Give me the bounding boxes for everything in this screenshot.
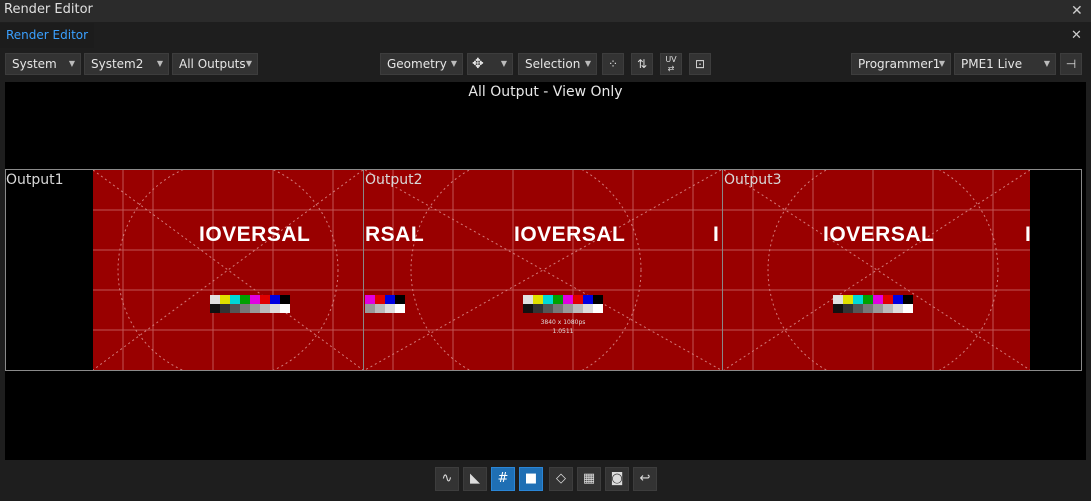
color-bars xyxy=(365,295,405,304)
live-dropdown[interactable]: PME1 Live ▼ xyxy=(954,53,1056,75)
screenshot-icon: ◙ xyxy=(610,471,624,486)
frame-icon: ⊡ xyxy=(694,57,706,71)
pin-icon: ⊣ xyxy=(1065,57,1077,71)
bottom-toolbar: ∿ ◣ # ■ ◇ ▦ ◙ ↩ xyxy=(0,462,1091,496)
output3-label: Output3 xyxy=(724,172,782,188)
render-preview: IOVERSAL RSAL IOVERSAL I IOVERSAL I 3840… xyxy=(93,170,1030,370)
camera-icon: ■ xyxy=(524,471,538,486)
move-arrows-icon: ✥ xyxy=(472,56,484,72)
programmer-dropdown-label: Programmer1 xyxy=(858,57,941,71)
pin-button[interactable]: ⊣ xyxy=(1060,53,1082,75)
grid-button[interactable]: # xyxy=(491,467,515,491)
flip-tool-button[interactable]: ⇅ xyxy=(631,53,653,75)
triangle-button[interactable]: ◣ xyxy=(463,467,487,491)
color-bars xyxy=(833,295,913,304)
viewport-title: All Output - View Only xyxy=(468,84,623,100)
ioversal-logo-fragment: RSAL xyxy=(365,223,425,246)
ioversal-logo: IOVERSAL xyxy=(514,223,626,246)
system-dropdown-label: System xyxy=(12,57,57,71)
live-dropdown-label: PME1 Live xyxy=(961,57,1023,71)
ioversal-logo-fragment: I xyxy=(713,223,720,246)
ioversal-logo: IOVERSAL xyxy=(823,223,935,246)
outputs-dropdown-label: All Outputs xyxy=(179,57,246,71)
projector-icon: ◇ xyxy=(556,471,566,486)
tab-render-editor[interactable]: Render Editor xyxy=(0,23,95,48)
chevron-down-icon: ▼ xyxy=(156,59,163,68)
camera-button[interactable]: ■ xyxy=(519,467,543,491)
frame-tool-button[interactable]: ⊡ xyxy=(689,53,711,75)
tab-close-icon[interactable]: ✕ xyxy=(1071,28,1082,43)
resolution-text: 3840 x 1080ps xyxy=(540,319,586,326)
programmer-dropdown[interactable]: Programmer1 ▼ xyxy=(851,53,951,75)
transform-dropdown[interactable]: ✥ ▼ xyxy=(467,53,513,75)
screenshot-button[interactable]: ◙ xyxy=(605,467,629,491)
chevron-down-icon: ▼ xyxy=(584,59,591,68)
color-bars xyxy=(210,295,290,304)
output-divider xyxy=(722,170,723,370)
window-close-icon[interactable]: ✕ xyxy=(1071,3,1083,19)
table-icon: ▦ xyxy=(582,471,596,486)
projector-button[interactable]: ◇ xyxy=(549,467,573,491)
waveform-button[interactable]: ∿ xyxy=(435,467,459,491)
uv-tool-button[interactable]: UV ⇄ xyxy=(660,53,682,75)
ioversal-logo-fragment: I xyxy=(1025,223,1030,246)
tab-bar: Render Editor ✕ xyxy=(0,23,1091,48)
points-icon: ⁘ xyxy=(607,57,619,71)
gray-bars xyxy=(523,304,603,313)
system-dropdown[interactable]: System ▼ xyxy=(5,53,81,75)
window-titlebar: Render Editor ✕ xyxy=(0,0,1091,22)
ioversal-logo: IOVERSAL xyxy=(199,223,311,246)
chevron-down-icon: ▼ xyxy=(500,59,507,68)
system2-dropdown[interactable]: System2 ▼ xyxy=(84,53,169,75)
gray-bars xyxy=(833,304,913,313)
toolbar: System ▼ System2 ▼ All Outputs ▼ Geometr… xyxy=(0,50,1091,80)
fps-text: 1.0511 xyxy=(552,328,574,335)
window-title: Render Editor xyxy=(4,2,93,17)
gray-bars xyxy=(365,304,405,313)
chevron-down-icon: ▼ xyxy=(1043,59,1050,68)
undo-icon: ↩ xyxy=(639,471,651,486)
uv-swap-icon: ⇄ xyxy=(667,64,675,73)
test-pattern-grid xyxy=(93,170,1030,370)
grid-icon: # xyxy=(497,471,509,486)
gray-bars xyxy=(210,304,290,313)
waveform-icon: ∿ xyxy=(441,471,453,486)
undo-button[interactable]: ↩ xyxy=(633,467,657,491)
flip-icon: ⇅ xyxy=(636,57,648,71)
mode-dropdown-label: Geometry xyxy=(387,57,447,71)
output-divider xyxy=(363,170,364,370)
chevron-down-icon: ▼ xyxy=(938,59,945,68)
table-button[interactable]: ▦ xyxy=(577,467,601,491)
outputs-dropdown[interactable]: All Outputs ▼ xyxy=(172,53,258,75)
triangle-icon: ◣ xyxy=(470,471,480,486)
output2-label: Output2 xyxy=(365,172,423,188)
points-tool-button[interactable]: ⁘ xyxy=(602,53,624,75)
selection-dropdown-label: Selection xyxy=(525,57,581,71)
output1-label: Output1 xyxy=(6,172,64,188)
mode-dropdown[interactable]: Geometry ▼ xyxy=(380,53,463,75)
system2-dropdown-label: System2 xyxy=(91,57,144,71)
selection-dropdown[interactable]: Selection ▼ xyxy=(518,53,597,75)
chevron-down-icon: ▼ xyxy=(450,59,457,68)
chevron-down-icon: ▼ xyxy=(68,59,75,68)
chevron-down-icon: ▼ xyxy=(245,59,252,68)
uv-label: UV xyxy=(665,55,677,64)
color-bars xyxy=(523,295,603,304)
